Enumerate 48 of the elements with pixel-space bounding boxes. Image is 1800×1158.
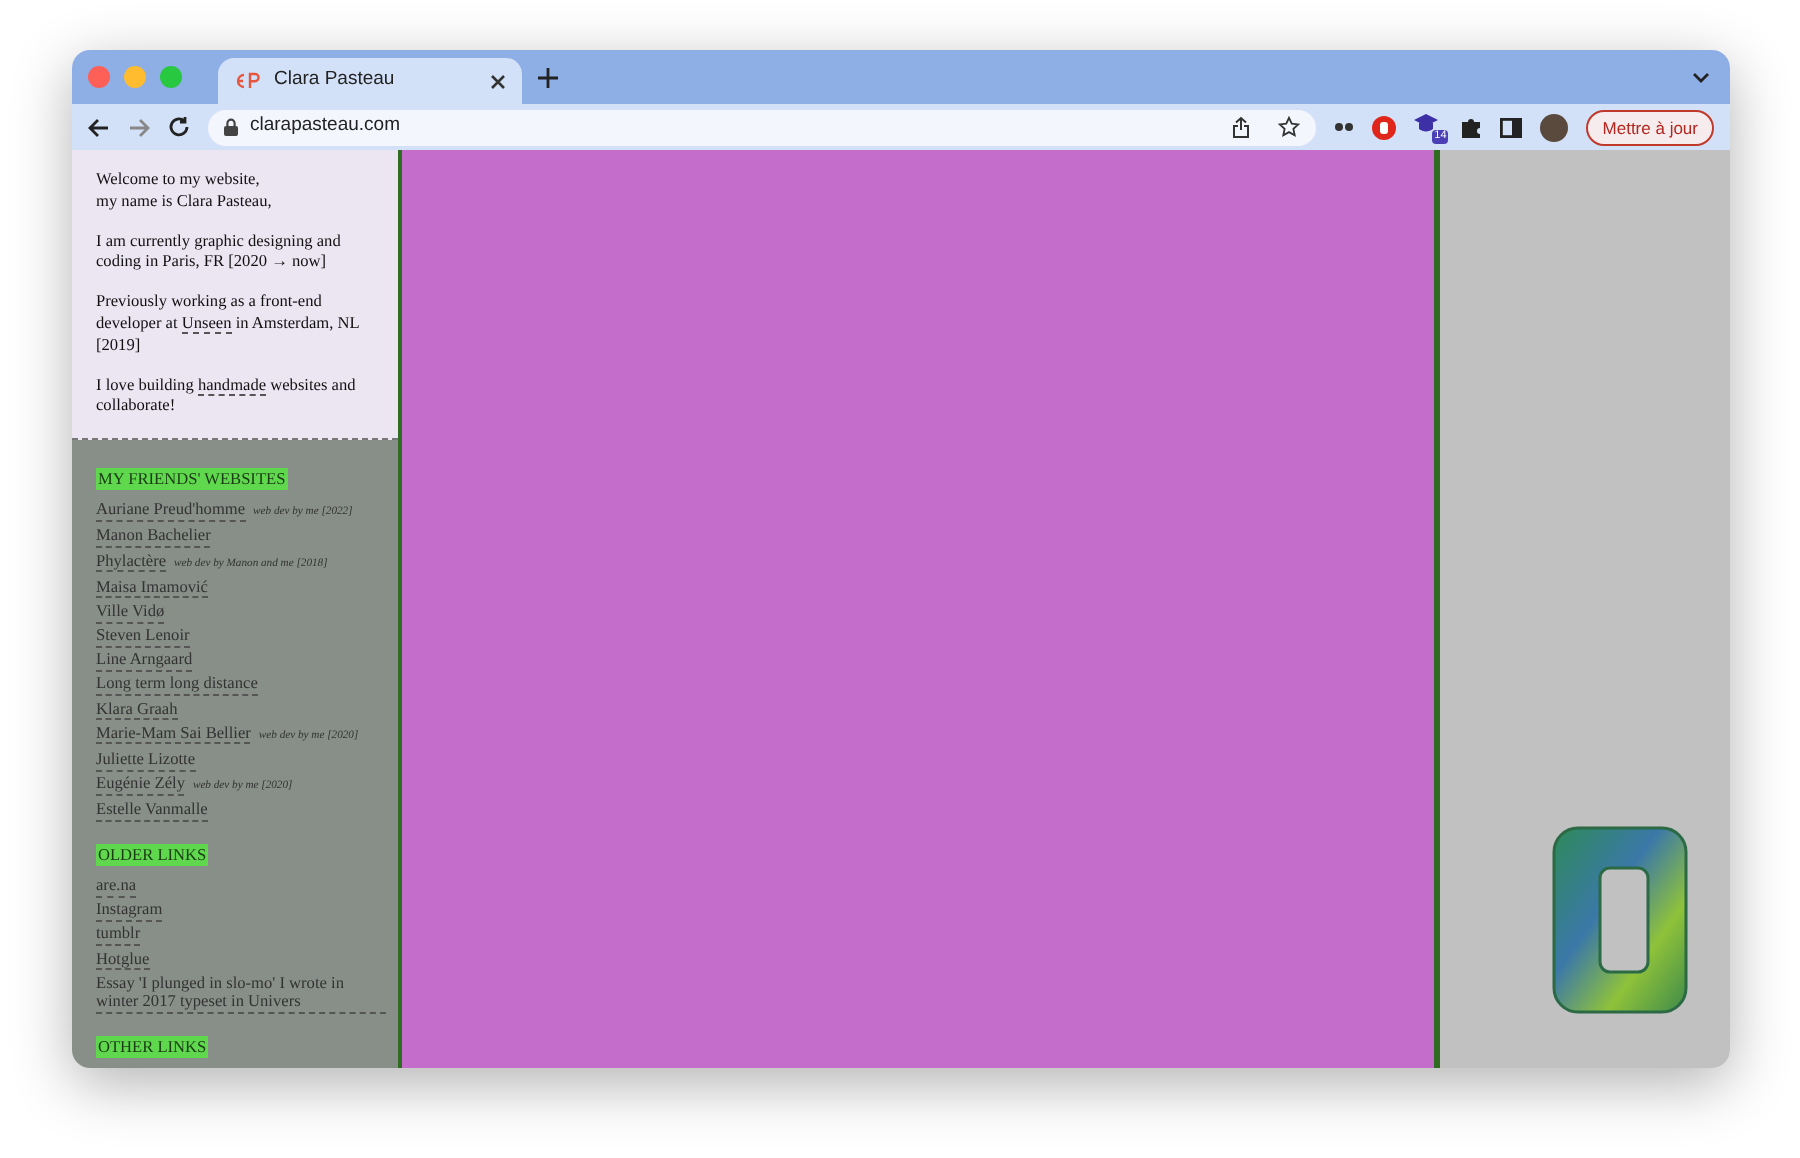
section-heading: OLDER LINKS (96, 844, 209, 867)
site-link[interactable]: Instagram (96, 900, 163, 922)
site-link[interactable]: Klara Graah (96, 699, 178, 721)
site-link[interactable]: Ville Vidø (96, 601, 165, 624)
browser-tab[interactable]: Clara Pasteau (218, 58, 522, 104)
text-link[interactable]: handmade (197, 375, 267, 396)
shield-icon[interactable] (1372, 115, 1397, 139)
avatar-icon[interactable] (1540, 113, 1569, 141)
chevron-down-icon[interactable] (1692, 71, 1710, 83)
site-link[interactable]: Long term long distance (96, 674, 258, 697)
lock-icon (224, 118, 238, 136)
star-icon[interactable] (1278, 116, 1301, 138)
site-link[interactable]: Marie-Mam Sai Bellier (96, 723, 251, 745)
url-text: clarapasteau.com (250, 112, 402, 141)
site-link[interactable]: Manon Bachelier (96, 526, 211, 548)
extension-icon[interactable] (1334, 122, 1355, 132)
site-link[interactable]: Auriane Preud'homme (96, 500, 246, 522)
intro-paragraph: Welcome to my website, (96, 170, 262, 192)
site-link[interactable]: Phylactère (96, 551, 167, 573)
text-link[interactable]: Unseen (181, 313, 232, 334)
forward-icon[interactable] (128, 117, 150, 137)
intro-paragraph: my name is Clara Pasteau, (96, 191, 274, 214)
section-heading: MY FRIENDS' WEBSITES (96, 468, 288, 491)
reload-icon[interactable] (168, 116, 190, 138)
side-panel-icon[interactable] (1500, 117, 1523, 137)
site-link[interactable]: Estelle Vanmalle (96, 800, 208, 823)
site-link[interactable]: Eugénie Zély (96, 774, 185, 796)
address-bar[interactable]: clarapasteau.com (208, 109, 1317, 145)
section-heading: OTHER LINKS (96, 1035, 209, 1058)
update-button[interactable]: Mettre à jour (1586, 109, 1714, 145)
intro-paragraph: I love building handmade websites and collaborate! (96, 375, 358, 419)
share-icon[interactable] (1232, 116, 1251, 138)
tab-title: Clara Pasteau (274, 66, 397, 95)
site-link[interactable]: Essay 'I plunged in slo-mo' I wrote in winter 2017 typeset in Univers (96, 973, 386, 1014)
site-link[interactable]: Maisa Imamović (96, 577, 208, 599)
site-link[interactable]: tumblr (96, 924, 141, 946)
intro-paragraph: I am currently graphic designing and coding in Paris, FR [2020 → now] (96, 231, 343, 275)
new-tab-icon[interactable] (538, 67, 558, 87)
favicon-icon (234, 72, 262, 90)
close-icon[interactable] (490, 73, 506, 89)
site-link[interactable]: Steven Lenoir (96, 626, 190, 648)
site-link[interactable]: Juliette Lizotte (96, 750, 196, 772)
site-link[interactable]: Line Arngaard (96, 650, 193, 672)
puzzle-icon[interactable] (1460, 116, 1483, 138)
intro-paragraph: Previously working as a front-end developer at Unseen in Amsterdam, NL [2019] (96, 292, 362, 358)
back-icon[interactable] (88, 117, 110, 137)
site-link[interactable]: Hotglue (96, 949, 150, 971)
site-link[interactable]: are.na (96, 876, 137, 898)
